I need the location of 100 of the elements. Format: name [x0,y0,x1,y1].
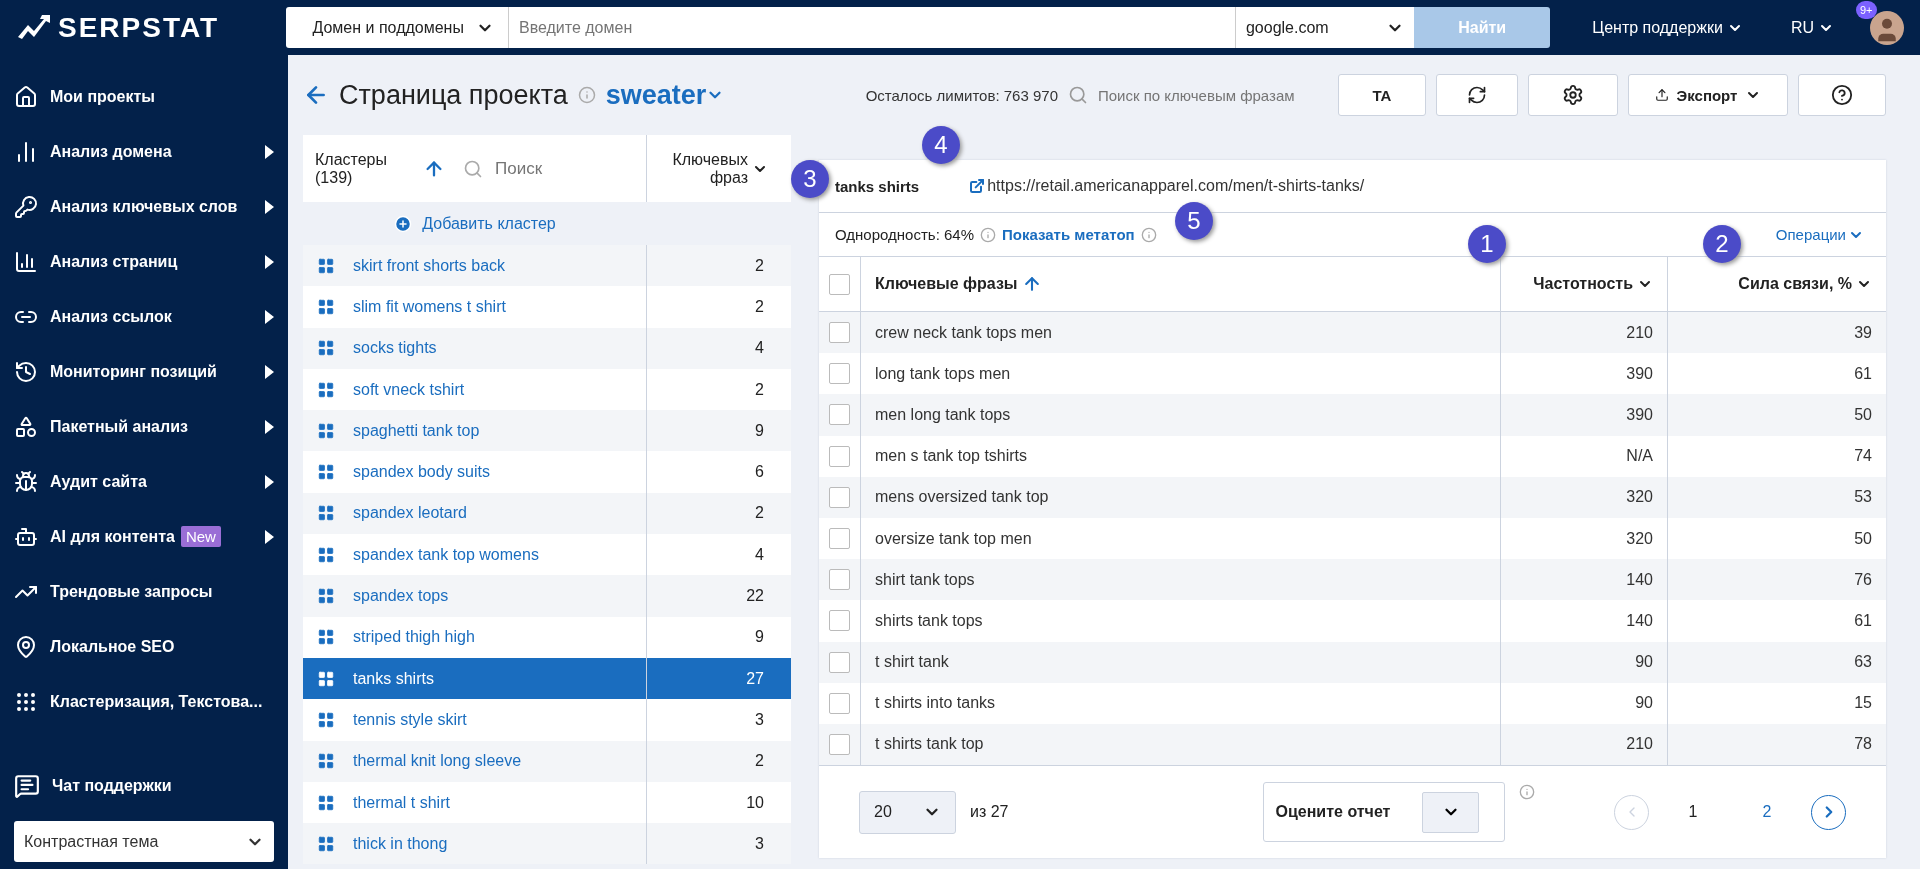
cluster-title: tanks shirts [835,177,920,195]
cluster-name[interactable]: socks tights [303,327,647,369]
row-checkbox[interactable] [829,528,850,550]
submenu-arrow-icon [265,254,274,269]
cluster-icon [317,587,335,605]
engine-dropdown[interactable]: google.com [1234,7,1415,48]
page-button[interactable]: 1 [1663,802,1723,823]
next-page-button[interactable] [1811,794,1846,830]
help-button[interactable] [1798,74,1886,116]
keyword-search-field[interactable]: Поиск по ключевым фразам [1096,85,1326,105]
scope-dropdown[interactable]: Домен и поддомены [286,7,509,48]
annotation-marker: 3 [791,160,829,198]
table-cell: 76 [1668,559,1886,601]
submenu-arrow-icon [265,144,274,159]
sidebar-item[interactable]: Локальное SEO [0,619,288,674]
row-checkbox[interactable] [829,445,850,467]
row-checkbox[interactable] [829,322,850,344]
table-cell: men long tank tops [861,394,1501,436]
language-menu[interactable]: RU [1784,17,1840,38]
table-cell: 39 [1668,312,1886,354]
rate-dropdown[interactable] [1422,791,1480,833]
sidebar-item[interactable]: Трендовые запросы [0,564,288,619]
cluster-count: 3 [754,833,765,854]
select-all-checkbox[interactable] [829,273,850,295]
theme-dropdown[interactable]: Контрастная тема [14,821,274,863]
refresh-button[interactable] [1436,74,1518,116]
upload-icon [1654,88,1669,102]
annotation-marker: 4 [922,126,960,164]
annotation-marker: 1 [1468,225,1506,263]
annotation-marker: 5 [1175,202,1213,240]
support-chat-link[interactable]: Чат поддержки [0,758,288,814]
cluster-count: 9 [754,627,765,648]
avatar[interactable] [1870,10,1904,45]
row-checkbox[interactable] [829,363,850,385]
ta-button[interactable]: TA [1338,74,1426,116]
count-column-header[interactable]: Ключевых фраз [647,135,778,202]
cluster-name[interactable]: slim fit womens t shirt [303,286,647,328]
sidebar-item[interactable]: Анализ страниц [0,234,288,289]
sidebar-item[interactable]: Анализ ссылок [0,289,288,344]
sidebar-item[interactable]: Анализ домена [0,124,288,179]
sidebar-item[interactable]: Пакетный анализ [0,399,288,454]
cluster-icon [317,339,335,358]
export-button[interactable]: Экспорт [1628,74,1788,116]
bug-icon [14,469,38,494]
support-menu[interactable]: Центр поддержки [1586,17,1749,38]
row-checkbox[interactable] [829,733,850,755]
page-size-dropdown[interactable]: 20 [859,790,956,834]
table-cell: crew neck tank tops men [861,312,1501,354]
row-checkbox[interactable] [829,651,850,673]
url-link[interactable]: https://retail.americanapparel.com/men/t-shirts-tanks/ [969,177,1365,195]
page-title: Страница проекта [339,79,568,111]
table-cell: 390 [1501,394,1668,436]
row-checkbox[interactable] [829,569,850,591]
cluster-name[interactable]: tennis style skirt [303,699,647,741]
sidebar-item[interactable]: AI для контента New [0,509,288,564]
cluster-count: 2 [754,751,765,772]
cluster-icon [317,752,335,771]
table-cell: shirt tank tops [861,559,1501,601]
table-cell: 63 [1668,641,1886,683]
row-checkbox[interactable] [829,692,850,714]
cluster-icon [317,256,335,275]
page-button[interactable]: 2 [1737,802,1797,823]
cluster-name[interactable]: striped thigh high [303,616,647,658]
operations-menu[interactable]: Операции [1769,225,1870,244]
submenu-arrow-icon [265,474,274,489]
column-header[interactable]: Ключевые фразы [861,256,1501,312]
submenu-arrow-icon [265,529,274,544]
sidebar-item[interactable]: Мониторинг позиций [0,344,288,399]
sidebar-item[interactable]: Кластеризация, Текстова... [0,674,288,729]
cluster-name[interactable]: thermal knit long sleeve [303,740,647,782]
table-cell: mens oversized tank top [861,476,1501,518]
domain-input[interactable]: Введите домен [508,7,1235,48]
table-cell: 210 [1501,723,1668,766]
sidebar-item[interactable]: Аудит сайта [0,454,288,509]
cluster-name[interactable]: spandex body suits [303,451,647,493]
row-checkbox[interactable] [829,404,850,426]
external-link-icon [969,178,986,194]
sidebar-item[interactable]: Анализ ключевых слов [0,179,288,234]
cluster-icon [317,380,335,399]
row-checkbox[interactable] [829,486,850,508]
cluster-icon [317,463,335,482]
project-dropdown[interactable]: sweater [605,79,725,111]
cluster-name[interactable]: thick in thong [303,823,647,865]
sidebar-item[interactable]: Мои проекты [0,69,288,124]
search-icon [463,158,483,179]
table-cell: 78 [1668,723,1886,766]
total-text: из 27 [970,803,1009,822]
add-cluster-button[interactable]: Добавить кластер [303,202,647,245]
info-icon [1140,226,1157,243]
chat-icon [14,772,40,799]
submenu-arrow-icon [265,364,274,379]
metatop-link[interactable]: Показать метатоп [1002,226,1135,243]
cluster-name[interactable]: spandex tops [303,575,647,617]
row-checkbox[interactable] [829,610,850,632]
settings-button[interactable] [1528,74,1618,116]
previous-page-button[interactable] [1614,794,1649,830]
help-icon [1831,84,1853,106]
cluster-count: 22 [745,586,765,606]
new-badge: New [180,526,221,547]
cluster-icon [317,545,335,564]
